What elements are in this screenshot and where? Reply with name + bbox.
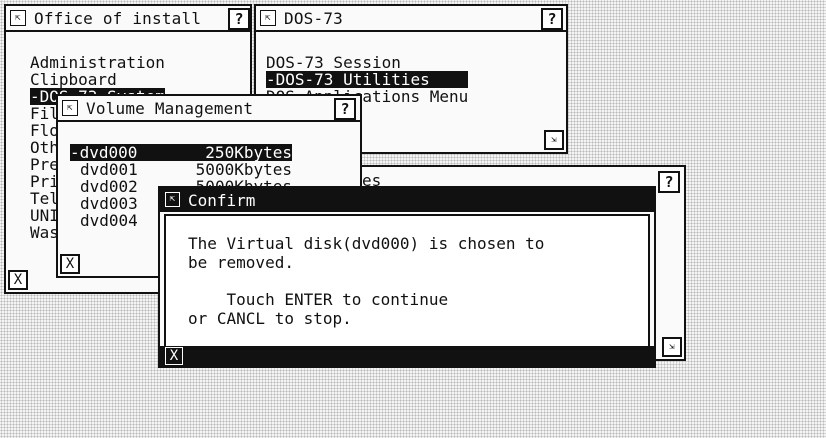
- confirm-bottombar: X: [160, 346, 654, 366]
- office-window-title: Office of install: [34, 9, 202, 28]
- confirm-titlebar[interactable]: ⇱ Confirm: [160, 188, 654, 212]
- dos73-titlebar[interactable]: ⇱ DOS-73 ?: [256, 6, 566, 32]
- volume-name: -dvd000: [70, 143, 138, 162]
- menu-item[interactable]: Clipboard: [30, 71, 165, 88]
- confirm-body: The Virtual disk(dvd000) is chosen to be…: [164, 214, 650, 348]
- confirm-message-line2: be removed.: [188, 253, 294, 272]
- volume-name: dvd003: [80, 194, 138, 213]
- confirm-dialog[interactable]: ⇱ Confirm The Virtual disk(dvd000) is ch…: [158, 186, 656, 368]
- close-button[interactable]: X: [165, 347, 183, 365]
- menu-item[interactable]: Administration: [30, 54, 165, 71]
- menu-item[interactable]: DOS-73 Session: [266, 54, 468, 71]
- resize-icon[interactable]: ⇲: [662, 337, 682, 357]
- volume-size: 5000Kbytes: [195, 160, 292, 179]
- volume-titlebar[interactable]: ⇱ Volume Management ?: [58, 96, 360, 122]
- window-menu-icon[interactable]: ⇱: [10, 10, 26, 26]
- confirm-message-line4: or CANCL to stop.: [188, 309, 352, 328]
- volume-size: 250Kbytes: [205, 143, 292, 162]
- window-menu-icon[interactable]: ⇱: [62, 100, 78, 116]
- window-menu-icon[interactable]: ⇱: [165, 192, 180, 207]
- close-button[interactable]: X: [8, 270, 28, 290]
- confirm-title: Confirm: [188, 191, 256, 210]
- resize-icon[interactable]: ⇲: [544, 130, 564, 150]
- help-icon[interactable]: ?: [541, 8, 563, 30]
- volume-name: dvd001: [80, 160, 138, 179]
- help-icon[interactable]: ?: [228, 8, 250, 30]
- menu-item-selected[interactable]: -DOS-73 Utilities: [266, 71, 469, 88]
- dos73-window-title: DOS-73: [284, 9, 343, 28]
- volume-name: dvd002: [80, 177, 138, 196]
- close-button[interactable]: X: [60, 254, 80, 274]
- help-icon[interactable]: ?: [334, 98, 356, 120]
- volume-name: dvd004: [80, 211, 138, 230]
- volume-window-title: Volume Management: [86, 99, 254, 118]
- help-icon[interactable]: ?: [658, 171, 680, 193]
- office-titlebar[interactable]: ⇱ Office of install ?: [6, 6, 250, 32]
- volume-row-selected[interactable]: -dvd000 250Kbytes: [70, 144, 292, 161]
- volume-row[interactable]: dvd001 5000Kbytes: [70, 161, 292, 178]
- window-menu-icon[interactable]: ⇱: [260, 10, 276, 26]
- confirm-message-line1: The Virtual disk(dvd000) is chosen to: [188, 234, 545, 253]
- confirm-message-line3: Touch ENTER to continue: [188, 290, 449, 309]
